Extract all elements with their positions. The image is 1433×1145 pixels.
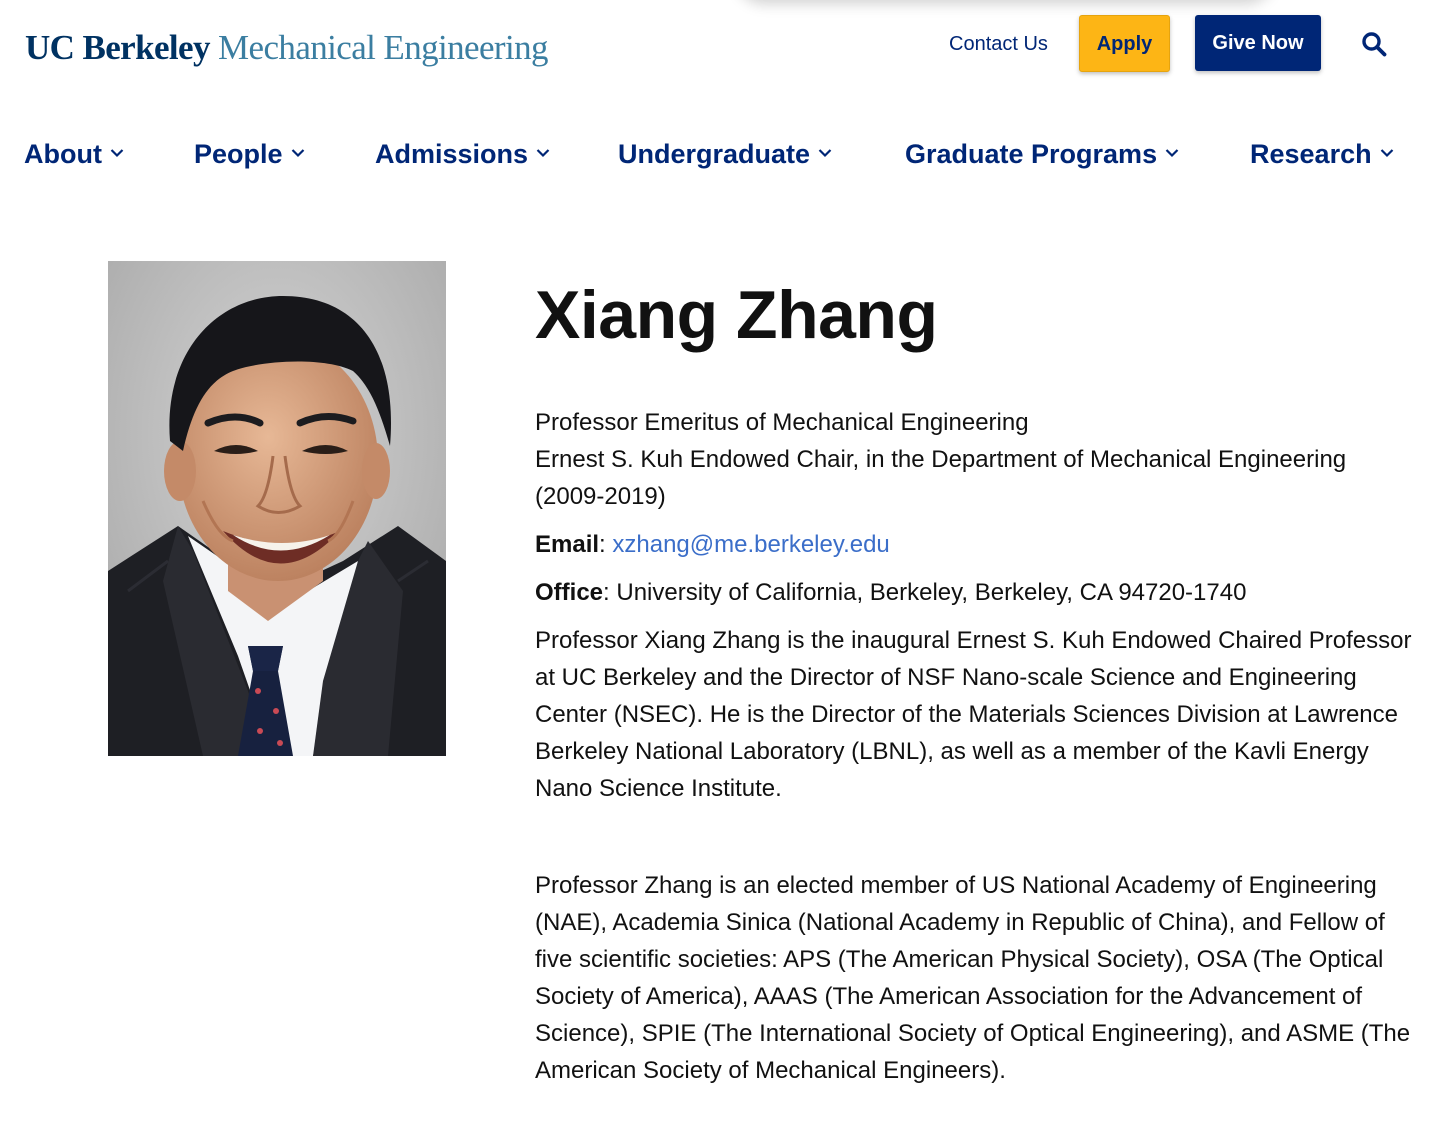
nav-item-about[interactable]: About	[24, 137, 124, 171]
chevron-down-icon	[818, 149, 832, 157]
contact-us-link[interactable]: Contact Us	[949, 31, 1048, 57]
email-label: Email	[535, 531, 600, 558]
nav-item-label: Graduate Programs	[905, 139, 1158, 169]
office-address: University of California, Berkeley, Berk…	[616, 579, 1247, 606]
nav-item-label: People	[194, 139, 283, 169]
title-line: Professor Emeritus of Mechanical Enginee…	[535, 409, 1029, 436]
nav-item-admissions[interactable]: Admissions	[375, 137, 550, 171]
title-line: (2009-2019)	[535, 483, 666, 510]
nav-item-research[interactable]: Research	[1250, 137, 1394, 171]
office-row: Office: University of California, Berkel…	[535, 579, 1247, 606]
chevron-down-icon	[536, 149, 550, 157]
nav-item-people[interactable]: People	[194, 137, 305, 171]
nav-item-label: About	[24, 139, 102, 169]
bio-paragraph: Professor Xiang Zhang is the inaugural E…	[535, 627, 1412, 802]
give-now-button[interactable]: Give Now	[1195, 15, 1321, 71]
office-label: Office	[535, 579, 604, 606]
page-title: Xiang Zhang	[535, 277, 938, 353]
bio-paragraph: Professor Zhang is an elected member of …	[535, 872, 1411, 1084]
site-header: UC Berkeley Mechanical Engineering Conta…	[0, 0, 1433, 100]
search-icon[interactable]	[1361, 31, 1387, 57]
title-line: Ernest S. Kuh Endowed Chair, in the Depa…	[535, 446, 1347, 473]
chevron-down-icon	[1165, 149, 1179, 157]
nav-item-label: Admissions	[375, 139, 529, 169]
chevron-down-icon	[110, 149, 124, 157]
chevron-down-icon	[1380, 149, 1393, 157]
profile-content: Xiang Zhang Professor Emeritus of Mechan…	[535, 270, 1425, 1089]
apply-button[interactable]: Apply	[1079, 15, 1170, 72]
logo-university: UC Berkeley	[25, 28, 210, 67]
portrait-illustration	[108, 261, 446, 756]
profile-titles: Professor Emeritus of Mechanical Enginee…	[535, 404, 1425, 515]
nav-item-label: Undergraduate	[618, 139, 811, 169]
site-logo[interactable]: UC Berkeley Mechanical Engineering	[25, 28, 548, 68]
profile-photo	[108, 261, 446, 756]
logo-department: Mechanical Engineering	[218, 28, 548, 67]
main-navigation: About People Admissions Undergraduate Gr…	[0, 130, 1433, 178]
nav-item-graduate-programs[interactable]: Graduate Programs	[905, 137, 1179, 171]
email-link[interactable]: xzhang@me.berkeley.edu	[612, 531, 889, 558]
chevron-down-icon	[291, 149, 304, 157]
nav-item-label: Research	[1250, 139, 1372, 169]
nav-item-undergraduate[interactable]: Undergraduate	[618, 137, 832, 171]
email-row: Email: xzhang@me.berkeley.edu	[535, 531, 890, 558]
